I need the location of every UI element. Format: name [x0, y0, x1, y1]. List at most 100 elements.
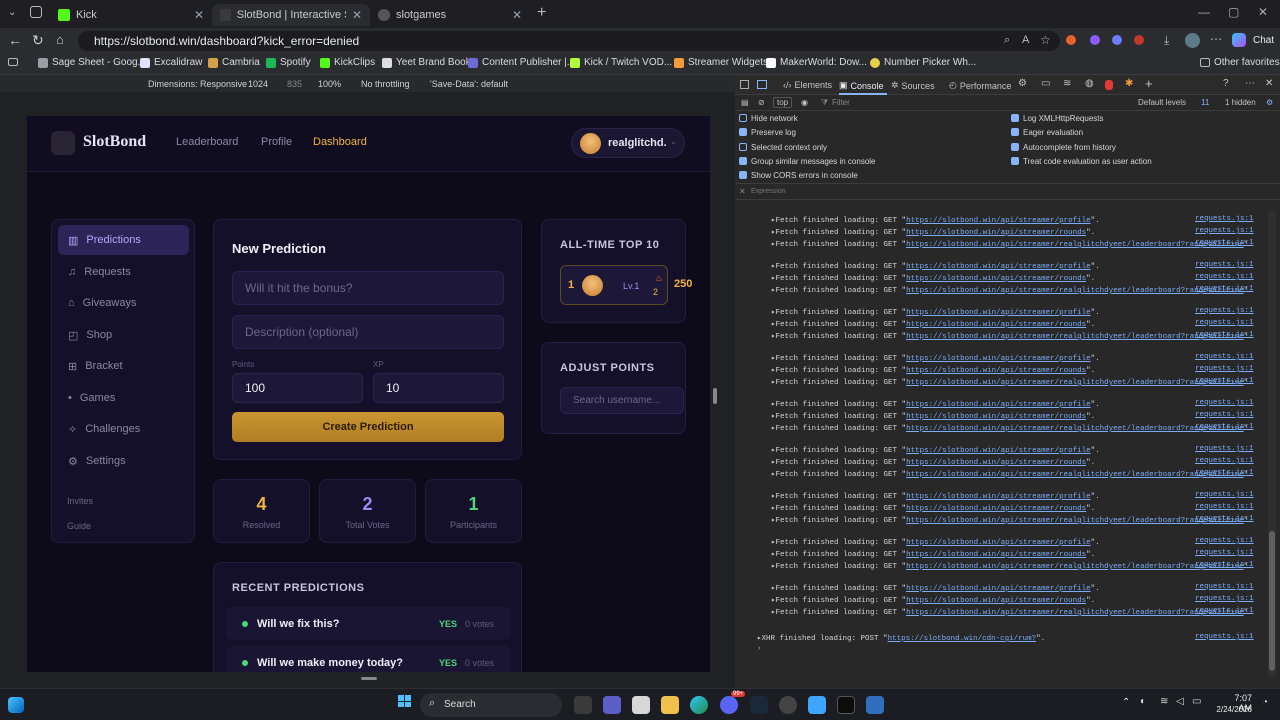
bookmark-item[interactable]: Cambria [208, 57, 260, 68]
log-url[interactable]: https://slotbond.win/api/streamer/realgl… [906, 563, 1244, 571]
log-source-link[interactable]: requests.js:1 [1195, 399, 1254, 407]
log-url[interactable]: https://slotbond.win/api/streamer/realgl… [906, 609, 1244, 617]
log-url[interactable]: https://slotbond.win/api/streamer/realgl… [906, 287, 1244, 295]
log-entry[interactable]: ▸Fetch finished loading: GET "https://sl… [771, 377, 1253, 387]
clock-date[interactable]: 2/24/2026 [1212, 705, 1252, 714]
more-tabs-icon[interactable]: + [1145, 76, 1153, 91]
favorite-star-icon[interactable]: ☆ [1040, 33, 1051, 47]
console-settings-icon[interactable]: ⚙ [1266, 98, 1273, 107]
option-eager-eval[interactable]: Eager evaluation [1011, 128, 1083, 137]
nav-profile[interactable]: Profile [261, 136, 292, 148]
clear-console-icon[interactable]: ⊘ [758, 98, 765, 107]
checkbox[interactable] [1011, 114, 1019, 122]
bookmark-item[interactable]: Yeet Brand Book [382, 57, 471, 68]
log-source-link[interactable]: requests.js:1 [1195, 215, 1254, 223]
dimensions-select[interactable]: Dimensions: Responsive [148, 79, 247, 89]
log-source-link[interactable]: requests.js:1 [1195, 503, 1254, 511]
tab-elements[interactable]: ‹/› Elements [783, 80, 832, 90]
sidebar-invites[interactable]: Invites [67, 496, 93, 506]
log-source-link[interactable]: requests.js:1 [1195, 273, 1254, 281]
log-source-link[interactable]: requests.js:1 [1195, 365, 1254, 373]
sidebar-item-games[interactable]: • Games [58, 383, 189, 413]
tab-menu-icon[interactable]: ⌄ [8, 7, 16, 18]
checkbox[interactable] [1011, 157, 1019, 165]
wifi-icon[interactable]: ≋ [1160, 696, 1168, 707]
store-icon[interactable] [632, 696, 650, 714]
close-icon[interactable]: ✕ [194, 8, 204, 22]
log-url[interactable]: https://slotbond.win/api/streamer/realgl… [906, 333, 1244, 341]
log-source-link[interactable]: requests.js:1 [1195, 285, 1254, 293]
application-icon[interactable]: ▭ [1041, 78, 1050, 89]
checkbox[interactable] [739, 157, 747, 165]
log-entry[interactable]: ▸Fetch finished loading: GET "https://sl… [771, 261, 1100, 271]
option-autocomplete[interactable]: Autocomplete from history [1011, 143, 1116, 152]
log-source-link[interactable]: requests.js:1 [1195, 457, 1254, 465]
scrollbar-thumb[interactable] [1269, 531, 1275, 671]
refresh-icon[interactable]: ↻ [32, 32, 44, 49]
create-prediction-button[interactable]: Create Prediction [232, 412, 504, 442]
log-url[interactable]: https://slotbond.win/api/streamer/profil… [906, 447, 1091, 455]
save-data-select[interactable]: 'Save-Data': default [430, 79, 508, 89]
extension-icon[interactable] [1112, 35, 1122, 45]
sidebar-item-settings[interactable]: ⚙ Settings [58, 446, 189, 476]
log-url[interactable]: https://slotbond.win/api/streamer/profil… [906, 217, 1091, 225]
log-source-link[interactable]: requests.js:1 [1195, 307, 1254, 315]
log-source-link[interactable]: requests.js:1 [1195, 261, 1254, 269]
levels-select[interactable]: Default levels [1138, 98, 1186, 107]
extension-icon[interactable] [1090, 35, 1100, 45]
xp-input[interactable]: 10 [373, 373, 504, 403]
bookmark-item[interactable]: Content Publisher |... [468, 57, 575, 68]
sidebar-item-giveaways[interactable]: ⌂ Giveaways [58, 288, 189, 318]
checkbox[interactable] [739, 143, 747, 151]
option-group-similar[interactable]: Group similar messages in console [739, 157, 876, 166]
log-source-link[interactable]: requests.js:1 [1195, 549, 1254, 557]
sidebar-toggle-icon[interactable]: ▤ [741, 98, 749, 107]
log-source-link[interactable]: requests.js:1 [1195, 537, 1254, 545]
log-entry[interactable]: ▸Fetch finished loading: GET "https://sl… [771, 331, 1253, 341]
checkbox[interactable] [1011, 128, 1019, 136]
log-entry[interactable]: ▸Fetch finished loading: GET "https://sl… [771, 239, 1253, 249]
log-entry[interactable]: ▸Fetch finished loading: GET "https://sl… [771, 227, 1095, 237]
resize-handle-bottom[interactable] [361, 677, 377, 680]
issues-count[interactable]: 11 [1201, 98, 1209, 107]
username-search-input[interactable]: Search username... [560, 387, 684, 414]
log-entry[interactable]: ▸Fetch finished loading: GET "https://sl… [771, 549, 1095, 559]
bookmark-item[interactable]: Spotify [266, 57, 311, 68]
log-entry[interactable]: ▸Fetch finished loading: GET "https://sl… [771, 353, 1100, 363]
sidebar-guide[interactable]: Guide [67, 521, 91, 531]
option-log-xhr[interactable]: Log XMLHttpRequests [1011, 114, 1104, 123]
option-cors-errors[interactable]: Show CORS errors in console [739, 171, 858, 180]
log-url[interactable]: https://slotbond.win/cdn-cgi/rum? [888, 635, 1037, 643]
workspaces-icon[interactable] [30, 6, 42, 18]
log-url[interactable]: https://slotbond.win/api/streamer/rounds [906, 229, 1086, 237]
sidebar-item-shop[interactable]: ◰ Shop [58, 320, 189, 350]
log-entry[interactable]: ▸Fetch finished loading: GET "https://sl… [771, 285, 1253, 295]
bookmark-item[interactable]: Sage Sheet - Goog... [38, 57, 146, 68]
extension-icon[interactable] [1134, 35, 1144, 45]
log-url[interactable]: https://slotbond.win/api/streamer/realgl… [906, 471, 1244, 479]
sidebar-item-requests[interactable]: ♫ Requests [58, 257, 189, 287]
tab-kick[interactable]: Kick ✕ [50, 4, 212, 26]
wifi-icon[interactable]: ≋ [1063, 78, 1071, 89]
log-source-link[interactable]: requests.js:1 [1195, 377, 1254, 385]
log-source-link[interactable]: requests.js:1 [1195, 583, 1254, 591]
checkbox[interactable] [739, 114, 747, 122]
log-entry[interactable]: ▸Fetch finished loading: GET "https://sl… [771, 457, 1095, 467]
throttle-select[interactable]: No throttling [361, 79, 410, 89]
leaderboard-row[interactable]: 1 Lv.1 ♨ 2 [560, 265, 668, 305]
taskbar-search[interactable]: ⌕ Search [420, 693, 562, 717]
notepad-icon[interactable] [808, 696, 826, 714]
url-field[interactable]: https://slotbond.win/dashboard?kick_erro… [78, 31, 1060, 51]
device-toggle-icon[interactable] [757, 80, 767, 89]
memory-icon[interactable]: ◍ [1085, 78, 1094, 89]
other-favorites[interactable]: Other favorites [1200, 57, 1280, 68]
home-icon[interactable]: ⌂ [56, 32, 64, 47]
log-url[interactable]: https://slotbond.win/api/streamer/realgl… [906, 517, 1244, 525]
log-url[interactable]: https://slotbond.win/api/streamer/rounds [906, 275, 1086, 283]
tab-sources[interactable]: ✲ Sources [891, 80, 935, 91]
window-close-icon[interactable]: ✕ [1258, 5, 1268, 19]
log-source-link[interactable]: requests.js:1 [1195, 331, 1254, 339]
tab-slotbond[interactable]: SlotBond | Interactive Slot Streams ✕ [212, 4, 370, 26]
new-tab-icon[interactable]: + [537, 4, 546, 22]
log-entry[interactable]: ▸Fetch finished loading: GET "https://sl… [771, 215, 1100, 225]
